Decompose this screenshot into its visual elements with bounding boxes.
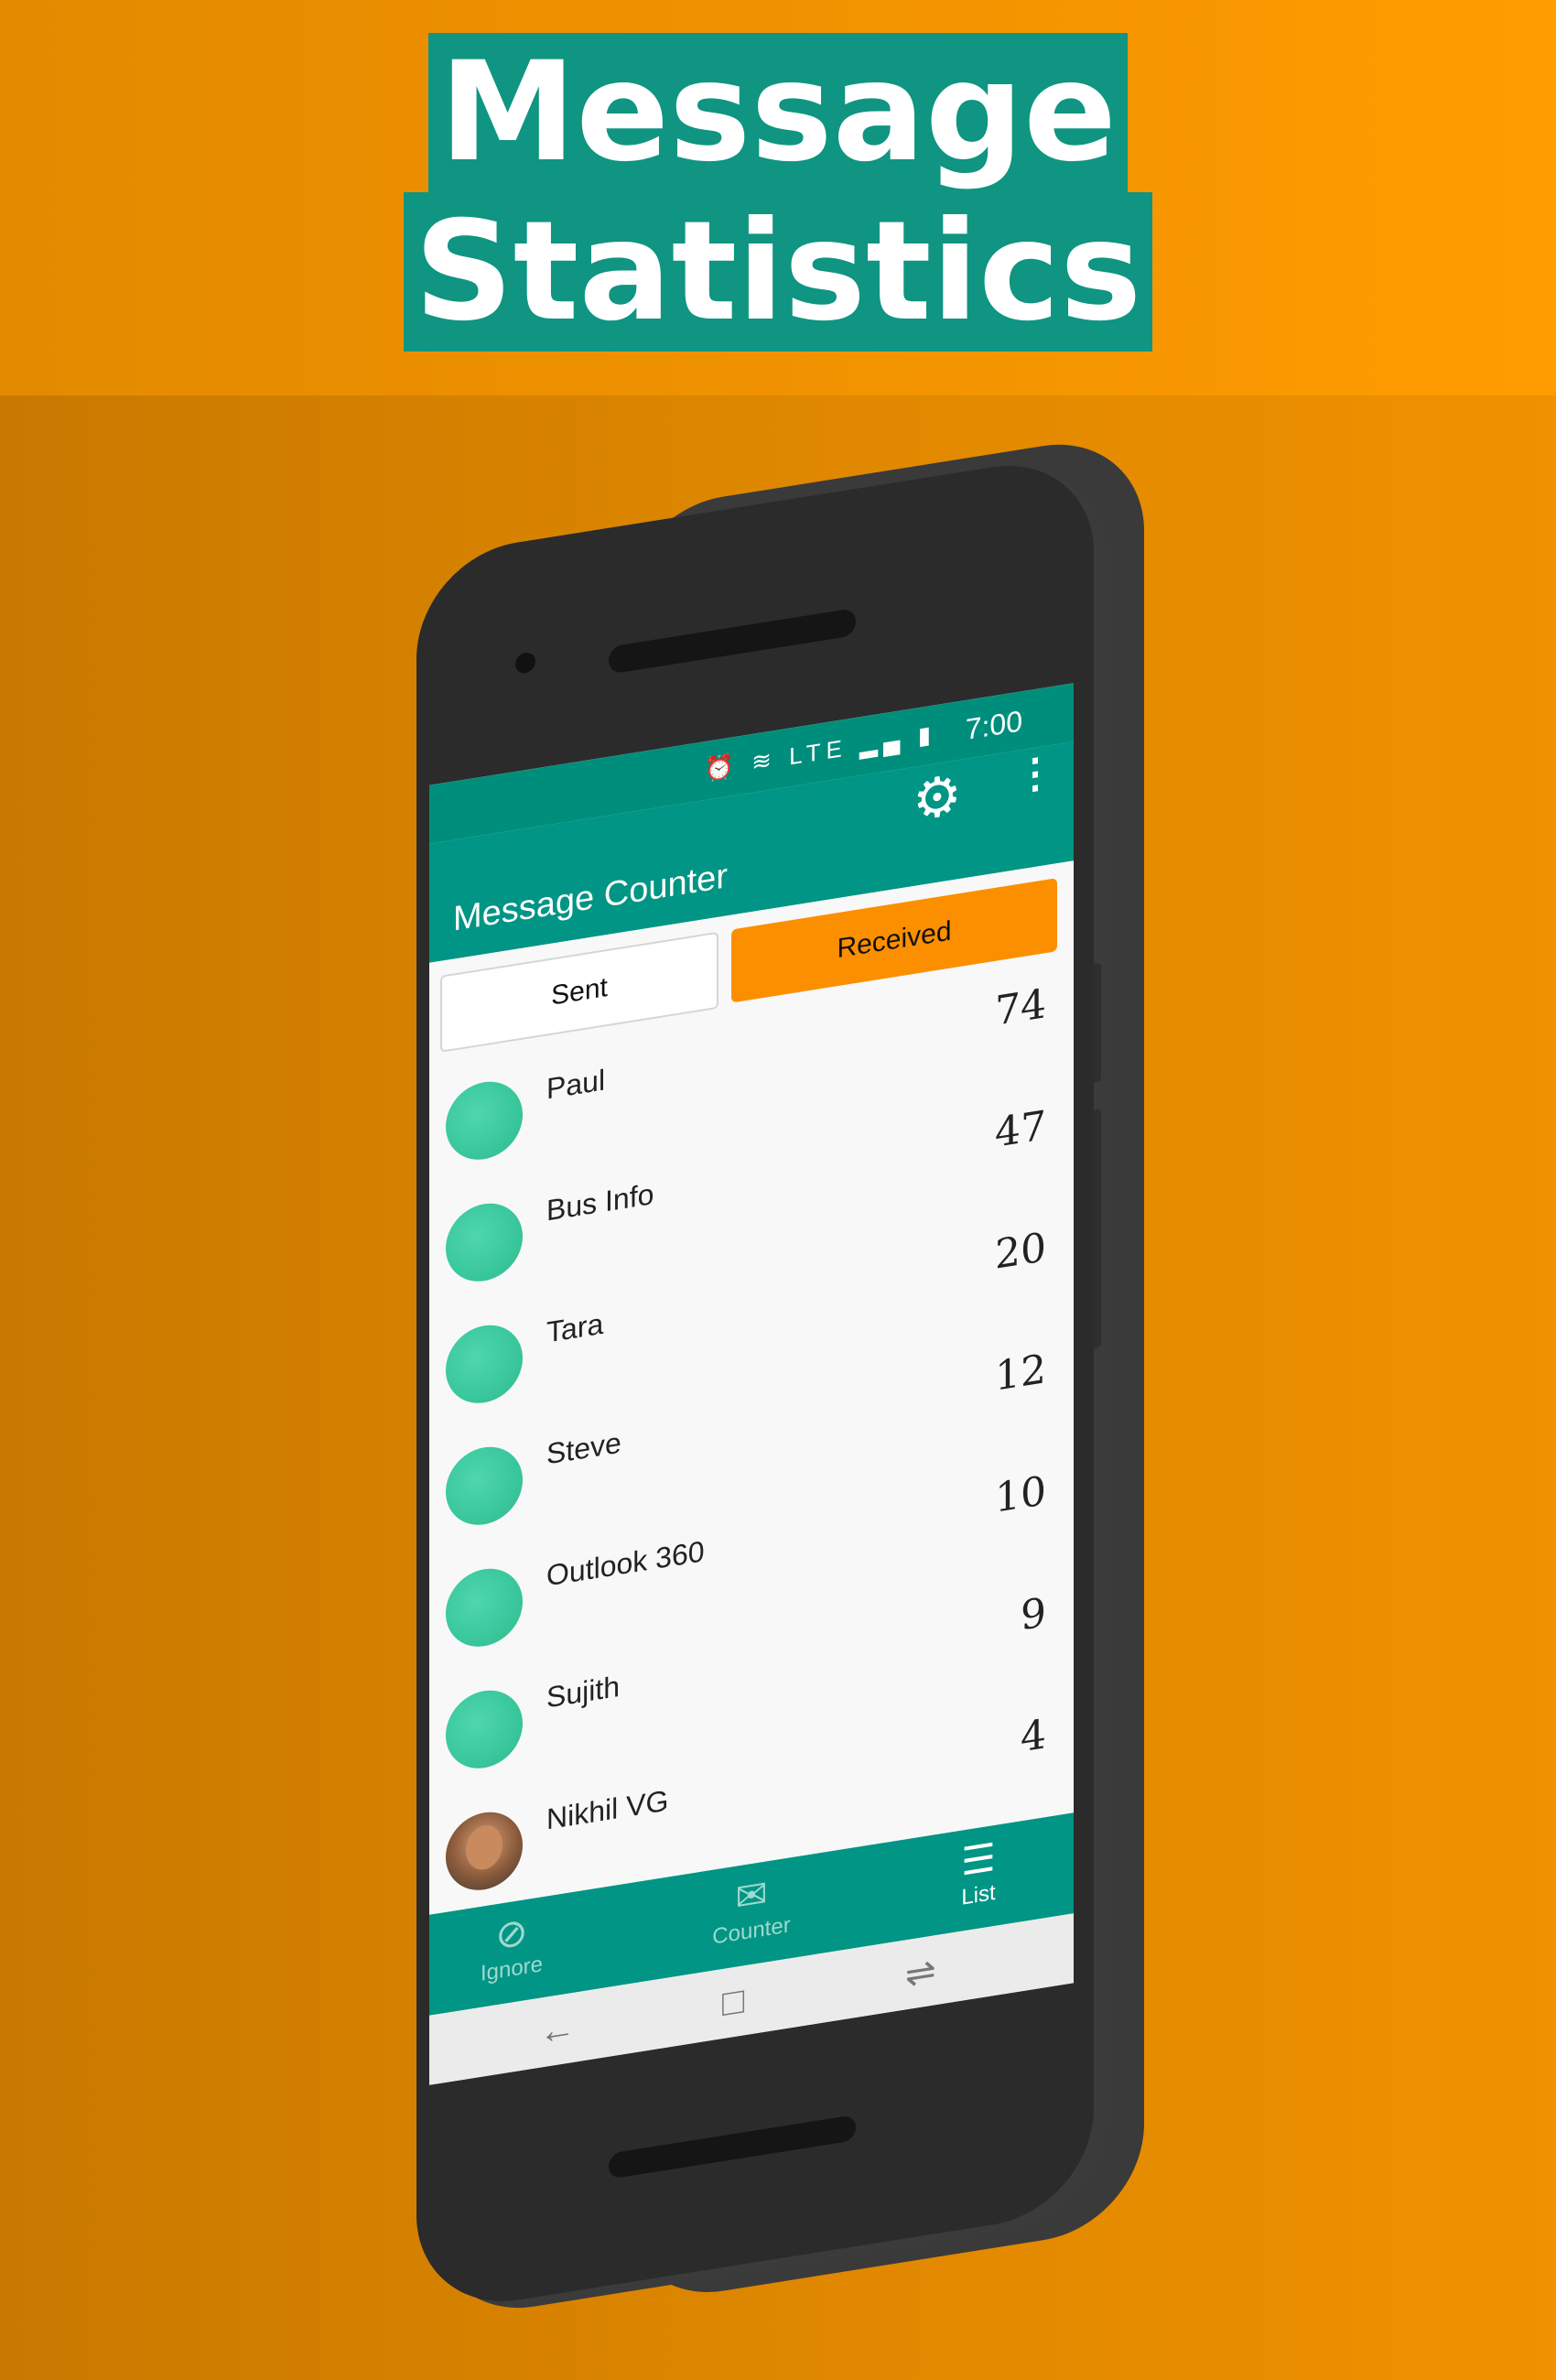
contact-list: Paul 74 Bus Info 47 Tara 20 Steve 12 Out… xyxy=(429,963,1074,1918)
headline-line-2: Statistics xyxy=(0,192,1556,352)
phone-screen: ⏰ ≋ LTE ▂▄ ▮ 7:00 Message Counter ⚙ ⋮ Se… xyxy=(429,683,1074,2085)
more-vertical-icon[interactable]: ⋮ xyxy=(1015,748,1055,800)
back-icon[interactable]: ← xyxy=(539,2007,576,2053)
avatar xyxy=(446,1441,523,1531)
avatar xyxy=(446,1684,523,1774)
gear-icon[interactable]: ⚙ xyxy=(913,763,962,833)
earpiece-speaker xyxy=(609,607,856,675)
front-camera xyxy=(515,651,535,675)
avatar xyxy=(446,1319,523,1409)
nav-ignore[interactable]: ⊘ Ignore xyxy=(429,1897,603,1997)
contact-name: Nikhil VG xyxy=(546,1783,669,1836)
contact-name: Paul xyxy=(546,1063,606,1106)
home-icon[interactable]: □ xyxy=(722,1980,744,2025)
message-count: 47 xyxy=(995,1102,1046,1157)
contact-name: Sujith xyxy=(546,1669,621,1715)
contact-name: Bus Info xyxy=(546,1176,654,1228)
face xyxy=(466,1823,502,1873)
message-count: 12 xyxy=(995,1346,1046,1401)
power-button xyxy=(1092,1109,1101,1349)
avatar xyxy=(446,1197,523,1287)
status-time: 7:00 xyxy=(965,704,1022,747)
message-count: 4 xyxy=(1021,1711,1046,1762)
avatar xyxy=(446,1076,523,1165)
message-count: 20 xyxy=(995,1224,1046,1279)
recents-icon[interactable]: ⇌ xyxy=(905,1950,936,1996)
avatar xyxy=(446,1563,523,1652)
volume-button xyxy=(1092,962,1101,1084)
message-count: 74 xyxy=(995,980,1046,1035)
nav-counter[interactable]: ✉ Counter xyxy=(660,1858,843,1959)
nav-list-label: List xyxy=(961,1879,996,1910)
nav-list[interactable]: ☰ List xyxy=(887,1823,1070,1923)
headline-line-1: Message xyxy=(0,33,1556,192)
contact-name: Steve xyxy=(546,1425,621,1471)
contact-name: Outlook 360 xyxy=(546,1534,705,1593)
message-count: 10 xyxy=(995,1467,1046,1522)
phone-device: ⏰ ≋ LTE ▂▄ ▮ 7:00 Message Counter ⚙ ⋮ Se… xyxy=(416,450,1101,2316)
bottom-speaker xyxy=(609,2114,856,2180)
avatar-photo xyxy=(446,1806,523,1896)
contact-name: Tara xyxy=(546,1306,604,1349)
message-count: 9 xyxy=(1021,1589,1046,1640)
